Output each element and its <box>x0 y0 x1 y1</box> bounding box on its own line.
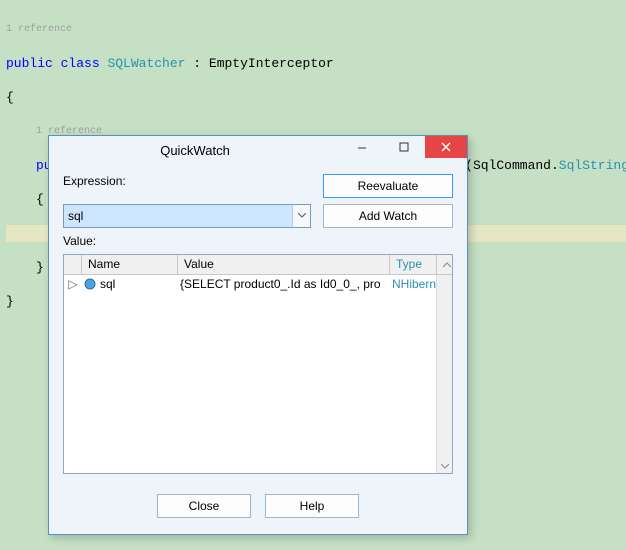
add-watch-button[interactable]: Add Watch <box>323 204 453 228</box>
type-name: SqlString <box>559 158 626 173</box>
expression-combo[interactable] <box>63 204 311 228</box>
help-button[interactable]: Help <box>265 494 359 518</box>
row-value: {SELECT product0_.Id as Id0_0_, pro <box>178 277 390 291</box>
watch-row[interactable]: ▷ sql {SELECT product0_.Id as Id0_0_, pr… <box>64 275 436 293</box>
watch-grid: Name Value Type ▷ sql <box>63 254 453 474</box>
close-dialog-button[interactable]: Close <box>157 494 251 518</box>
row-type: NHibern <box>390 277 436 291</box>
expression-label: Expression: <box>63 174 311 198</box>
titlebar[interactable]: QuickWatch <box>49 136 467 164</box>
close-icon <box>441 142 451 152</box>
row-name: sql <box>100 277 115 291</box>
scroll-up-icon[interactable] <box>436 255 452 274</box>
keyword: class <box>61 56 100 71</box>
brace: { <box>6 89 626 106</box>
type-name: SQLWatcher <box>107 56 185 71</box>
maximize-button[interactable] <box>383 136 425 158</box>
expand-icon[interactable]: ▷ <box>64 277 82 291</box>
namespace: SqlCommand. <box>473 158 559 173</box>
expression-input[interactable] <box>64 205 292 227</box>
dialog-footer: Close Help <box>49 484 467 534</box>
object-icon <box>84 278 96 290</box>
header-corner <box>64 255 82 274</box>
chevron-down-icon[interactable] <box>292 205 310 227</box>
dialog-title: QuickWatch <box>49 143 341 158</box>
header-name[interactable]: Name <box>82 255 178 274</box>
minimize-icon <box>357 142 367 152</box>
scroll-down-icon[interactable] <box>437 459 452 473</box>
separator: : <box>193 56 201 71</box>
header-type[interactable]: Type <box>390 255 436 274</box>
maximize-icon <box>399 142 409 152</box>
header-value[interactable]: Value <box>178 255 390 274</box>
grid-header: Name Value Type <box>64 255 452 275</box>
vertical-scrollbar[interactable] <box>436 275 452 473</box>
reevaluate-button[interactable]: Reevaluate <box>323 174 453 198</box>
keyword: public <box>6 56 53 71</box>
close-button[interactable] <box>425 136 467 158</box>
quickwatch-dialog: QuickWatch Expression: Reevaluate Add Wa… <box>48 135 468 535</box>
minimize-button[interactable] <box>341 136 383 158</box>
value-label: Value: <box>63 234 311 248</box>
scroll-up-icon[interactable] <box>437 275 452 289</box>
codelens-ref[interactable]: 1 reference <box>6 21 626 38</box>
base-type: EmptyInterceptor <box>209 56 334 71</box>
